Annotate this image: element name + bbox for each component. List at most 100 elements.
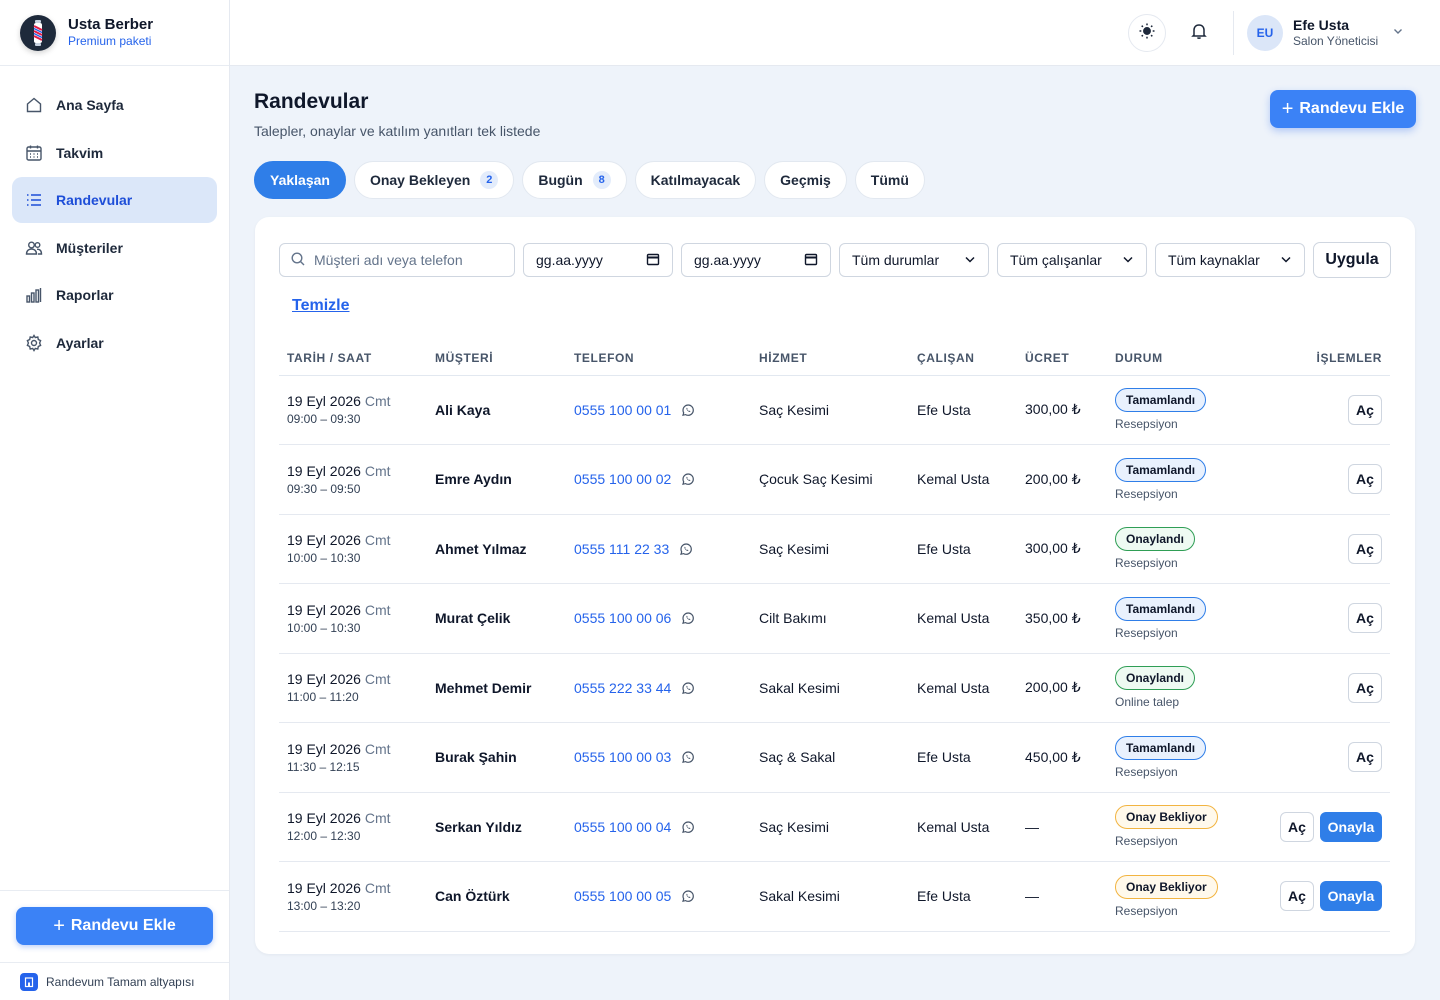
source-label: Resepsiyon	[1115, 834, 1178, 849]
customer-name[interactable]: Can Öztürk	[435, 888, 510, 904]
open-button[interactable]: Aç	[1348, 672, 1382, 703]
actions-cell: Aç	[1247, 375, 1390, 445]
column-header[interactable]: DURUM	[1107, 341, 1247, 376]
customer-name[interactable]: Mehmet Demir	[435, 680, 531, 696]
phone-link[interactable]: 0555 222 33 44	[574, 680, 696, 696]
whatsapp-icon[interactable]	[678, 541, 694, 557]
source-label: Resepsiyon	[1115, 556, 1178, 571]
row-actions: Aç	[1255, 394, 1382, 425]
open-button[interactable]: Aç	[1348, 394, 1382, 425]
sidebar-item-customers[interactable]: Müşteriler	[12, 225, 217, 271]
open-button[interactable]: Aç	[1348, 464, 1382, 495]
table-row[interactable]: 19 Eyl 2026 Cmt 11:30 – 12:15 Burak Şahi…	[279, 722, 1390, 793]
whatsapp-icon[interactable]	[680, 680, 696, 696]
table-row[interactable]: 19 Eyl 2026 Cmt 10:00 – 10:30 Murat Çeli…	[279, 583, 1390, 654]
approve-button[interactable]: Onayla	[1320, 881, 1382, 912]
customer-name[interactable]: Ahmet Yılmaz	[435, 541, 527, 557]
staff-cell: Efe Usta	[909, 375, 1017, 445]
brand[interactable]: Usta Berber Premium paketi	[0, 0, 229, 66]
brand-name: Usta Berber	[68, 16, 154, 33]
status-select[interactable]: Tüm durumlar	[839, 243, 989, 277]
source-select[interactable]: Tüm kaynaklar	[1155, 243, 1305, 277]
notifications-button[interactable]	[1180, 14, 1218, 52]
price-cell: 300,00 ₺	[1017, 375, 1107, 445]
column-header[interactable]: TELEFON	[566, 341, 751, 376]
open-button[interactable]: Aç	[1348, 603, 1382, 634]
column-header[interactable]: MÜŞTERİ	[427, 341, 566, 376]
whatsapp-icon[interactable]	[680, 610, 696, 626]
apply-filters-button[interactable]: Uygula	[1313, 242, 1391, 278]
table-row[interactable]: 19 Eyl 2026 Cmt 10:00 – 10:30 Ahmet Yılm…	[279, 514, 1390, 584]
table-row[interactable]: 19 Eyl 2026 Cmt 09:00 – 09:30 Ali Kaya 0…	[279, 375, 1390, 445]
date-to-input[interactable]: gg.aa.yyyy	[681, 243, 831, 277]
table-row[interactable]: 19 Eyl 2026 Cmt 09:30 – 09:50 Emre Aydın…	[279, 444, 1390, 515]
phone-link[interactable]: 0555 100 00 01	[574, 402, 696, 418]
open-button[interactable]: Aç	[1348, 742, 1382, 773]
phone-link[interactable]: 0555 100 00 06	[574, 610, 696, 626]
staff-select[interactable]: Tüm çalışanlar	[997, 243, 1147, 277]
datetime-cell: 19 Eyl 2026 Cmt 11:00 – 11:20	[279, 653, 427, 723]
sidebar-item-settings[interactable]: Ayarlar	[12, 320, 217, 366]
date-from-input[interactable]: gg.aa.yyyy	[523, 243, 673, 277]
phone-cell: 0555 100 00 05	[566, 861, 751, 932]
datetime-cell: 19 Eyl 2026 Cmt 09:30 – 09:50	[279, 444, 427, 515]
tab-upcoming[interactable]: Yaklaşan	[254, 161, 346, 199]
add-appointment-button[interactable]: + Randevu Ekle	[1270, 90, 1416, 128]
phone-link[interactable]: 0555 111 22 33	[574, 541, 694, 557]
table-row[interactable]: 19 Eyl 2026 Cmt 13:00 – 13:20 Can Öztürk…	[279, 861, 1390, 932]
phone-cell: 0555 100 00 06	[566, 583, 751, 654]
whatsapp-icon[interactable]	[680, 402, 696, 418]
source-label: Resepsiyon	[1115, 625, 1178, 640]
actions-cell: Aç	[1247, 722, 1390, 793]
phone-link[interactable]: 0555 100 00 05	[574, 888, 696, 904]
sidebar-item-appointments[interactable]: Randevular	[12, 177, 217, 223]
chevron-down-icon	[1280, 252, 1292, 268]
column-header[interactable]: ÜCRET	[1017, 341, 1107, 376]
phone-link[interactable]: 0555 100 00 03	[574, 749, 696, 765]
customer-name[interactable]: Murat Çelik	[435, 610, 510, 626]
phone-link[interactable]: 0555 100 00 02	[574, 471, 696, 487]
customer-cell: Serkan Yıldız	[427, 792, 566, 862]
tab-all[interactable]: Tümü	[854, 161, 925, 199]
tab-today[interactable]: Bugün 8	[522, 161, 627, 199]
price-cell: 350,00 ₺	[1017, 583, 1107, 654]
customer-name[interactable]: Burak Şahin	[435, 749, 517, 765]
avatar: EU	[1247, 15, 1283, 51]
approve-button[interactable]: Onayla	[1320, 811, 1382, 842]
whatsapp-icon[interactable]	[680, 819, 696, 835]
column-header[interactable]: TARİH / SAAT	[279, 341, 427, 376]
tab-past[interactable]: Geçmiş	[764, 161, 847, 199]
customer-name[interactable]: Emre Aydın	[435, 471, 512, 487]
open-button[interactable]: Aç	[1348, 533, 1382, 564]
phone-link[interactable]: 0555 100 00 04	[574, 819, 696, 835]
sidebar-item-home[interactable]: Ana Sayfa	[12, 82, 217, 128]
user-menu[interactable]: EU Efe Usta Salon Yöneticisi	[1247, 14, 1404, 52]
price-cell: —	[1017, 792, 1107, 862]
appointment-date: 19 Eyl 2026	[287, 462, 361, 479]
tab-not-attending[interactable]: Katılmayacak	[634, 161, 757, 199]
sidebar-item-calendar[interactable]: Takvim	[12, 130, 217, 176]
staff-cell: Efe Usta	[909, 722, 1017, 793]
whatsapp-icon[interactable]	[680, 888, 696, 904]
sidebar-add-appointment-button[interactable]: + Randevu Ekle	[16, 907, 213, 945]
appointment-date: 19 Eyl 2026	[287, 601, 361, 618]
tab-pending-approval[interactable]: Onay Bekleyen 2	[353, 161, 515, 199]
appointment-time: 11:30 – 12:15	[287, 759, 360, 774]
column-header[interactable]: ÇALIŞAN	[909, 341, 1017, 376]
theme-toggle-button[interactable]	[1128, 14, 1166, 52]
status-badge: Onay Bekliyor	[1115, 874, 1218, 899]
table-row[interactable]: 19 Eyl 2026 Cmt 12:00 – 12:30 Serkan Yıl…	[279, 792, 1390, 862]
table-row[interactable]: 19 Eyl 2026 Cmt 11:00 – 11:20 Mehmet Dem…	[279, 653, 1390, 723]
appointment-time: 12:00 – 12:30	[287, 829, 361, 844]
phone-number: 0555 111 22 33	[574, 540, 670, 557]
column-header[interactable]: HİZMET	[751, 341, 909, 376]
clear-filters-link[interactable]: Temizle	[292, 297, 350, 315]
customer-name[interactable]: Serkan Yıldız	[435, 819, 522, 835]
search-input[interactable]: Müşteri adı veya telefon	[279, 243, 515, 277]
whatsapp-icon[interactable]	[680, 471, 696, 487]
whatsapp-icon[interactable]	[680, 749, 696, 765]
open-button[interactable]: Aç	[1280, 881, 1314, 912]
open-button[interactable]: Aç	[1280, 811, 1314, 842]
sidebar-item-reports[interactable]: Raporlar	[12, 272, 217, 318]
customer-name[interactable]: Ali Kaya	[435, 402, 490, 418]
